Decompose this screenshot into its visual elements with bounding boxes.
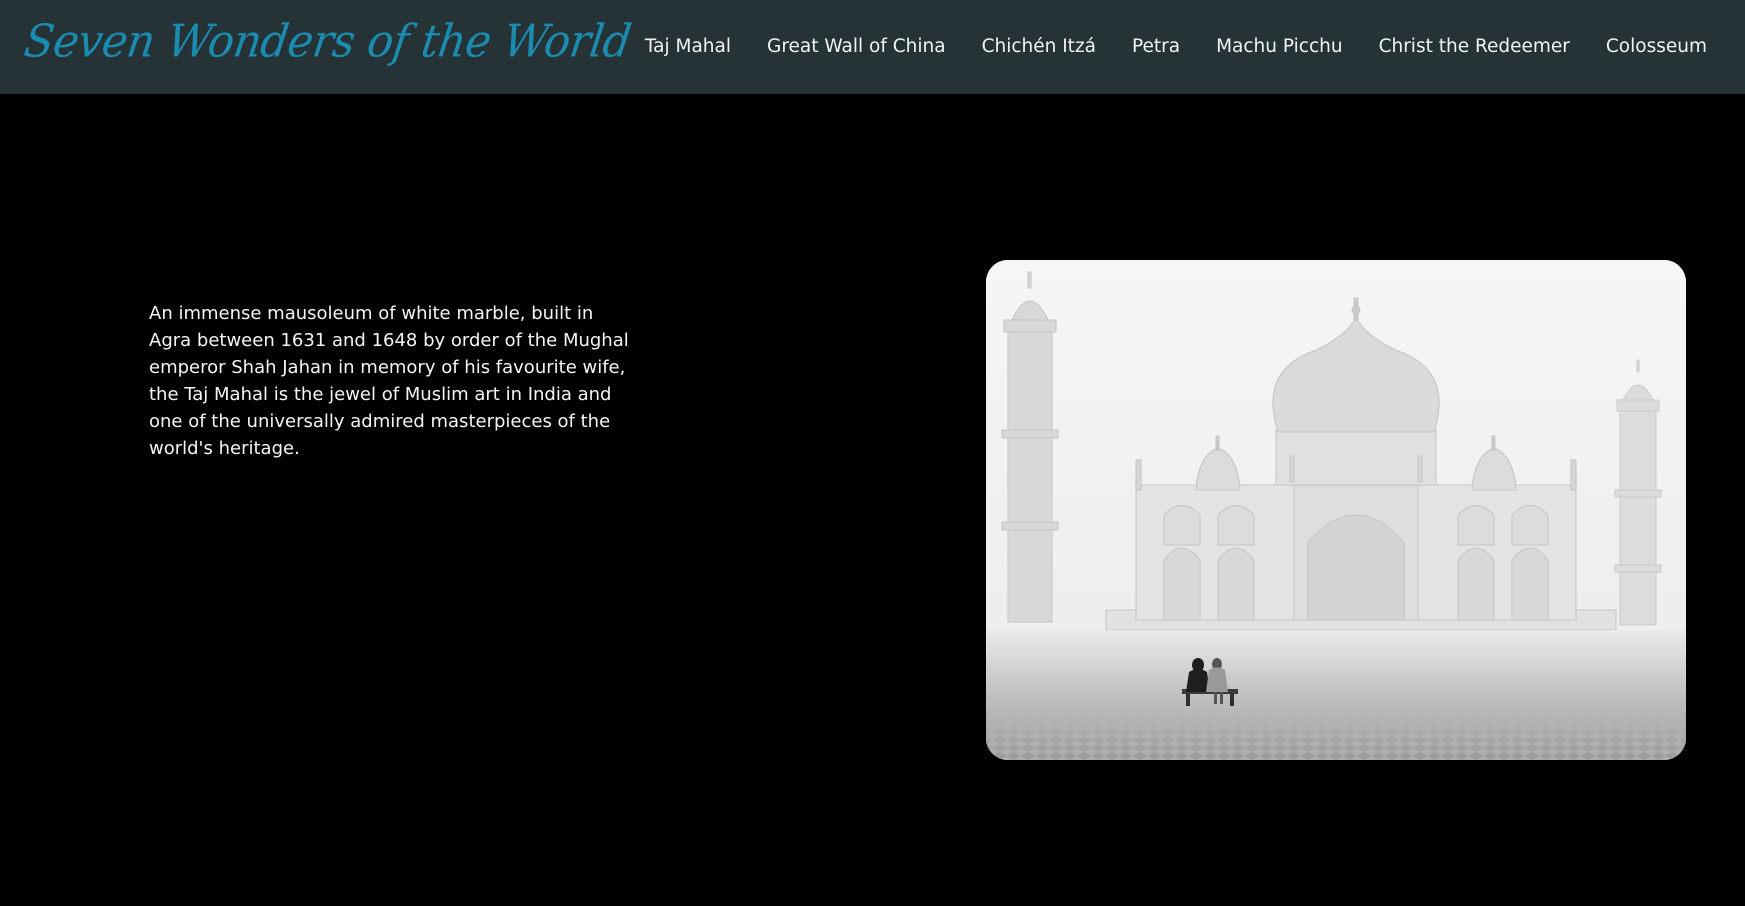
main-nav: Taj Mahal Great Wall of China Chichén It… bbox=[627, 0, 1725, 94]
taj-mahal-photo bbox=[986, 260, 1686, 760]
nav-item-great-wall-of-china[interactable]: Great Wall of China bbox=[749, 31, 964, 63]
nav-item-taj-mahal[interactable]: Taj Mahal bbox=[627, 31, 749, 63]
wonder-description: An immense mausoleum of white marble, bu… bbox=[149, 303, 629, 459]
site-logo-text: Seven Wonders of the World bbox=[20, 15, 634, 69]
site-header: Seven Wonders of the World Taj Mahal Gre… bbox=[0, 0, 1745, 94]
nav-item-colosseum[interactable]: Colosseum bbox=[1588, 31, 1725, 63]
nav-item-petra[interactable]: Petra bbox=[1114, 31, 1198, 63]
site-logo[interactable]: Seven Wonders of the World bbox=[18, 4, 636, 88]
nav-item-chichen-itza[interactable]: Chichén Itzá bbox=[964, 31, 1114, 63]
nav-item-machu-picchu[interactable]: Machu Picchu bbox=[1198, 31, 1360, 63]
taj-mahal-illustration bbox=[986, 260, 1686, 760]
nav-item-christ-the-redeemer[interactable]: Christ the Redeemer bbox=[1361, 31, 1588, 63]
